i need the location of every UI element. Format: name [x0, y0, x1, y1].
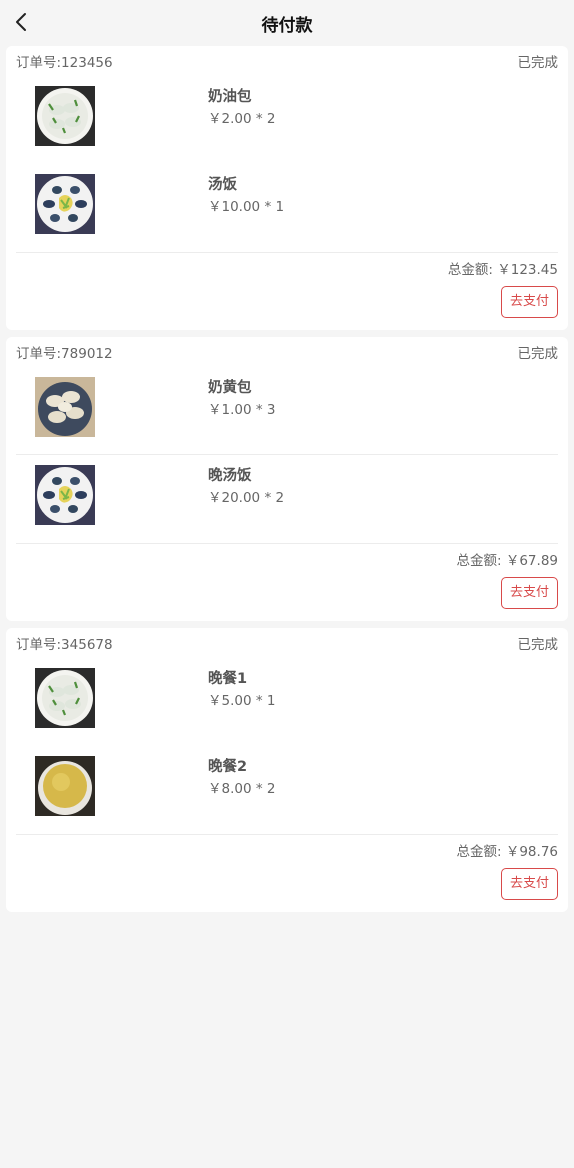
order-number: 订单号:123456	[16, 55, 113, 71]
order-number: 订单号:789012	[16, 346, 113, 362]
item-info: 奶油包 ￥2.00 * 2	[208, 86, 275, 129]
chevron-left-icon	[16, 13, 26, 31]
order-total: 总金额: ￥123.45	[16, 261, 558, 279]
top-bar: 待付款	[0, 0, 574, 46]
order-item[interactable]: 汤饭 ￥10.00 * 1	[16, 164, 558, 252]
order-list: 订单号:123456 已完成 奶油包 ￥2.00 * 2 汤饭 ￥10.00 *…	[0, 46, 574, 912]
total-label: 总金额:	[456, 844, 502, 860]
item-info: 奶黄包 ￥1.00 * 3	[208, 377, 275, 420]
order-item[interactable]: 晚汤饭 ￥20.00 * 2	[16, 455, 558, 543]
order-status: 已完成	[517, 346, 559, 362]
dumpling-plate-image	[35, 668, 95, 728]
order-number: 订单号:345678	[16, 637, 113, 653]
back-button[interactable]	[8, 6, 34, 38]
order-status: 已完成	[517, 637, 559, 653]
item-price: ￥8.00 * 2	[208, 781, 276, 797]
order-card: 订单号:345678 已完成 晚餐1 ￥5.00 * 1 晚餐2 ￥8.00 *…	[6, 628, 568, 912]
item-name: 晚餐2	[208, 759, 248, 775]
total-amount: ￥98.76	[505, 844, 558, 860]
egg-plate-image	[35, 465, 95, 525]
item-info: 汤饭 ￥10.00 * 1	[208, 174, 284, 217]
order-footer: 总金额: ￥98.76 去支付	[16, 834, 558, 912]
dumpling-plate-image	[35, 86, 95, 146]
order-header: 订单号:789012 已完成	[16, 337, 558, 367]
item-price: ￥1.00 * 3	[208, 402, 276, 418]
order-status: 已完成	[517, 55, 559, 71]
item-name: 汤饭	[208, 177, 237, 193]
item-info: 晚餐1 ￥5.00 * 1	[208, 668, 275, 711]
order-footer: 总金额: ￥123.45 去支付	[16, 252, 558, 330]
item-price: ￥2.00 * 2	[208, 111, 276, 127]
pay-button[interactable]: 去支付	[501, 286, 558, 318]
item-name: 晚餐1	[208, 671, 248, 687]
item-info: 晚餐2 ￥8.00 * 2	[208, 756, 275, 799]
dumpling-dark-plate-image	[35, 377, 95, 437]
order-item[interactable]: 奶黄包 ￥1.00 * 3	[16, 367, 558, 455]
soup-bowl-image	[35, 756, 95, 816]
order-item[interactable]: 晚餐2 ￥8.00 * 2	[16, 746, 558, 834]
item-name: 晚汤饭	[208, 468, 252, 484]
item-name: 奶油包	[208, 89, 252, 105]
order-header: 订单号:345678 已完成	[16, 628, 558, 658]
total-amount: ￥123.45	[497, 262, 558, 278]
order-card: 订单号:123456 已完成 奶油包 ￥2.00 * 2 汤饭 ￥10.00 *…	[6, 46, 568, 330]
order-footer: 总金额: ￥67.89 去支付	[16, 543, 558, 621]
item-price: ￥20.00 * 2	[208, 490, 285, 506]
order-header: 订单号:123456 已完成	[16, 46, 558, 76]
item-info: 晚汤饭 ￥20.00 * 2	[208, 465, 284, 508]
item-name: 奶黄包	[208, 380, 252, 396]
page-title: 待付款	[261, 15, 313, 36]
item-price: ￥10.00 * 1	[208, 199, 285, 215]
order-total: 总金额: ￥98.76	[16, 843, 558, 861]
total-amount: ￥67.89	[505, 553, 558, 569]
pay-button[interactable]: 去支付	[501, 868, 558, 900]
egg-plate-image	[35, 174, 95, 234]
total-label: 总金额:	[456, 553, 502, 569]
item-price: ￥5.00 * 1	[208, 693, 276, 709]
order-total: 总金额: ￥67.89	[16, 552, 558, 570]
order-item[interactable]: 晚餐1 ￥5.00 * 1	[16, 658, 558, 746]
order-item[interactable]: 奶油包 ￥2.00 * 2	[16, 76, 558, 164]
order-card: 订单号:789012 已完成 奶黄包 ￥1.00 * 3 晚汤饭 ￥20.00 …	[6, 337, 568, 621]
total-label: 总金额:	[447, 262, 493, 278]
pay-button[interactable]: 去支付	[501, 577, 558, 609]
